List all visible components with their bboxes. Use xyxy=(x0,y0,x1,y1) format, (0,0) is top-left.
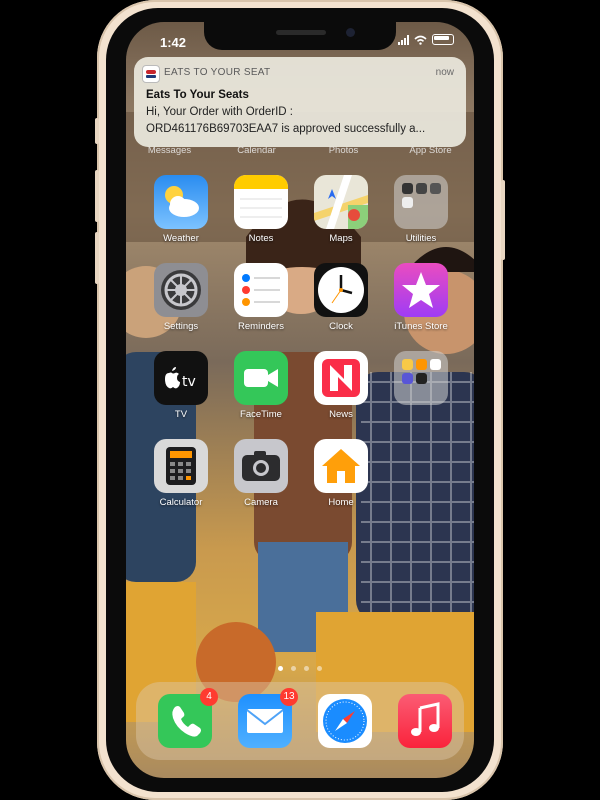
app-reminders[interactable]: Reminders xyxy=(226,263,296,332)
phone-badge: 4 xyxy=(200,688,218,706)
app-weather[interactable]: Weather xyxy=(146,175,216,244)
dock-mail[interactable]: 13 xyxy=(230,688,300,748)
power-button xyxy=(501,180,505,260)
news-icon xyxy=(314,351,368,405)
house-icon xyxy=(314,439,368,493)
front-camera xyxy=(346,28,355,37)
app-news[interactable]: News xyxy=(306,351,376,420)
clock-icon xyxy=(314,263,368,317)
app-label: Utilities xyxy=(405,233,437,244)
camera-icon xyxy=(234,439,288,493)
app-settings[interactable]: Settings xyxy=(146,263,216,332)
folder-apps[interactable] xyxy=(386,351,456,409)
folder-icon xyxy=(394,175,448,229)
battery-icon xyxy=(432,34,454,45)
notification-time: now xyxy=(435,67,454,78)
app-facetime[interactable]: FaceTime xyxy=(226,351,296,420)
app-label: Notes xyxy=(248,233,274,244)
settings-gear-icon xyxy=(154,263,208,317)
order-notification-banner[interactable]: EATS TO YOUR SEAT now Eats To Your Seats… xyxy=(134,57,466,147)
app-label: Calculator xyxy=(159,497,203,508)
volume-up-button xyxy=(95,170,99,222)
mute-switch xyxy=(95,118,99,144)
dock-phone[interactable]: 4 xyxy=(150,688,220,748)
app-tv[interactable]: tv TV xyxy=(146,351,216,420)
app-label: Settings xyxy=(163,321,199,332)
app-calculator[interactable]: Calculator xyxy=(146,439,216,508)
app-maps[interactable]: Maps xyxy=(306,175,376,244)
tv-wordmark: tv xyxy=(182,374,196,390)
apple-tv-icon: tv xyxy=(154,351,208,405)
page-dot-4 xyxy=(317,666,322,671)
page-dot-3 xyxy=(304,666,309,671)
app-home[interactable]: Home xyxy=(306,439,376,508)
app-label: Reminders xyxy=(238,321,284,332)
calculator-icon xyxy=(154,439,208,493)
app-label: Camera xyxy=(244,497,278,508)
speaker-grille xyxy=(276,30,326,35)
app-notes[interactable]: Notes xyxy=(226,175,296,244)
app-label: FaceTime xyxy=(240,409,282,420)
maps-icon xyxy=(314,175,368,229)
notes-icon xyxy=(234,175,288,229)
reminders-icon xyxy=(234,263,288,317)
notification-app-name: EATS TO YOUR SEAT xyxy=(164,67,271,78)
app-label: Home xyxy=(328,497,354,508)
folder-utilities[interactable]: Utilities xyxy=(386,175,456,244)
home-screen: 1:42 Messages Calendar Photos App Store … xyxy=(126,22,474,778)
app-label: Clock xyxy=(329,321,353,332)
wifi-icon xyxy=(414,35,427,45)
eats-to-your-seat-app-icon xyxy=(142,65,160,83)
cellular-signal-icon xyxy=(398,34,409,45)
notification-title: Eats To Your Seats xyxy=(146,89,249,101)
dock-music[interactable] xyxy=(390,694,460,748)
dock: 4 13 xyxy=(136,682,464,760)
app-label: Maps xyxy=(329,233,353,244)
notch xyxy=(204,22,396,50)
app-label: iTunes Store xyxy=(394,321,448,332)
star-icon xyxy=(394,263,448,317)
app-itunes-store[interactable]: iTunes Store xyxy=(386,263,456,332)
dock-safari[interactable] xyxy=(310,694,380,748)
music-note-icon xyxy=(398,694,452,748)
notification-body-line-2: ORD461176B69703EAA7 is approved successf… xyxy=(146,123,426,135)
page-dot-1 xyxy=(278,666,283,671)
volume-down-button xyxy=(95,232,99,284)
notification-body-line-1: Hi, Your Order with OrderID : xyxy=(146,106,293,118)
compass-icon xyxy=(318,694,372,748)
app-label: Weather xyxy=(163,233,199,244)
folder-icon xyxy=(394,351,448,405)
app-label: News xyxy=(329,409,353,420)
mail-badge: 13 xyxy=(280,688,298,706)
status-icons xyxy=(398,34,454,45)
page-indicator[interactable] xyxy=(126,666,474,671)
app-clock[interactable]: Clock xyxy=(306,263,376,332)
status-time: 1:42 xyxy=(160,35,187,50)
app-label: TV xyxy=(174,409,188,420)
app-camera[interactable]: Camera xyxy=(226,439,296,508)
page-dot-2 xyxy=(291,666,296,671)
video-camera-icon xyxy=(234,351,288,405)
weather-icon xyxy=(154,175,208,229)
